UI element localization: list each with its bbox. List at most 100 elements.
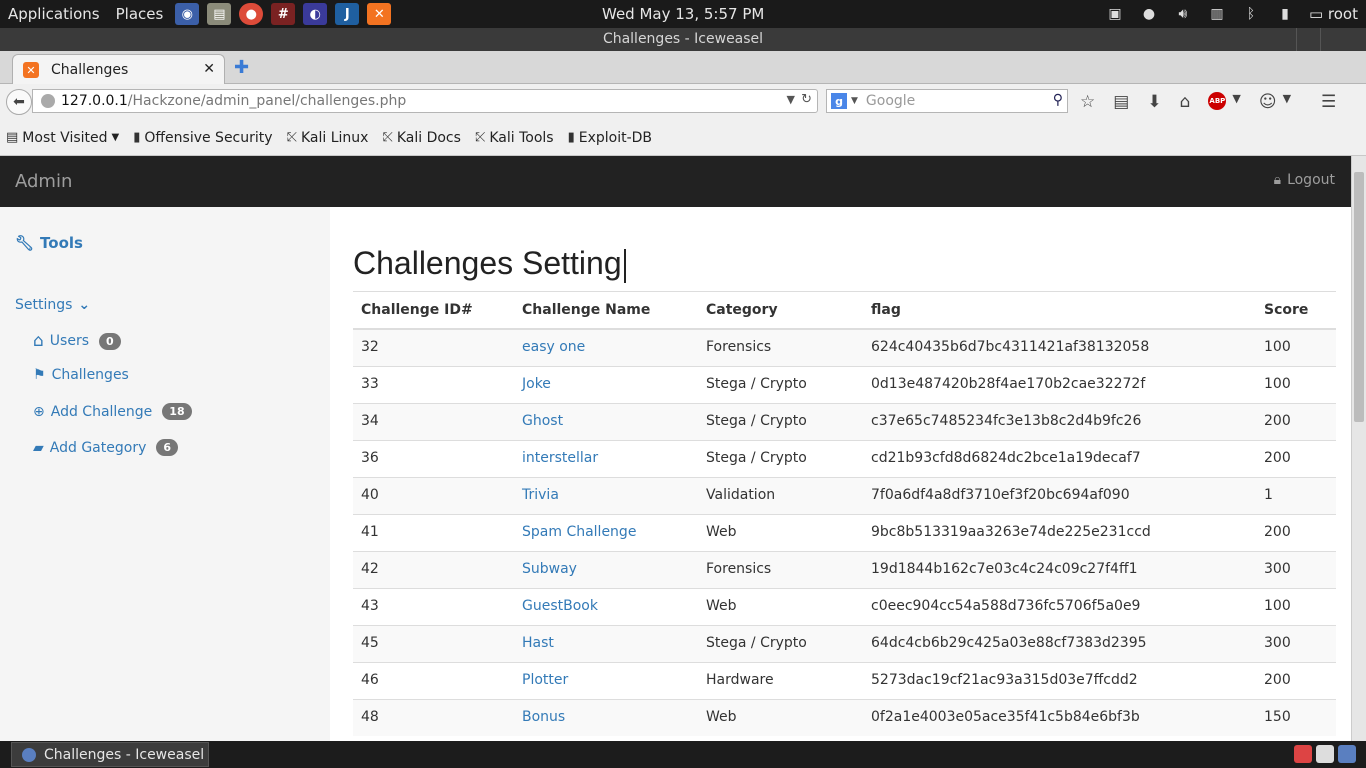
chrome-launcher-icon[interactable]: ● [239, 3, 264, 25]
cell-name: Spam Challenge [514, 513, 698, 551]
table-row: 33 Joke Stega / Crypto 0d13e487420b28f4ae17… [353, 365, 1336, 403]
sidebar-item-add-category[interactable]: ▰ Add Gategory 6 [33, 439, 179, 456]
clock[interactable]: Wed May 13, 5:57 PM [602, 5, 764, 23]
search-icon[interactable]: ⚲ [1053, 92, 1063, 108]
back-button[interactable]: ⬅ [6, 89, 32, 115]
workspace-1[interactable] [1316, 745, 1334, 763]
challenge-name-link[interactable]: Plotter [522, 672, 568, 688]
cell-id: 36 [353, 439, 514, 477]
jetbrains-launcher-icon[interactable]: J [335, 3, 360, 25]
search-input[interactable]: g ▼ Google ⚲ [826, 89, 1068, 113]
cell-name: Trivia [514, 476, 698, 514]
cell-flag: 64dc4cb6b29c425a03e88cf7383d2395 [863, 624, 1256, 662]
greasemonkey-icon[interactable]: ☺ [1259, 92, 1277, 112]
challenge-name-link[interactable]: Spam Challenge [522, 524, 636, 540]
cell-id: 34 [353, 402, 514, 440]
greasemonkey-dropdown-icon[interactable]: ▼ [1283, 92, 1291, 112]
reading-list-icon[interactable]: ▤ [1113, 92, 1129, 112]
challenge-name-link[interactable]: Joke [522, 376, 551, 392]
sidebar-item-label: Add Challenge [50, 403, 153, 420]
column-header-flag: flag [863, 291, 1256, 330]
bookmark-exploit-db[interactable]: ▮ Exploit-DB [568, 130, 652, 146]
bookmark-star-icon[interactable]: ☆ [1080, 92, 1095, 112]
sidebar-item-users[interactable]: ⌂ Users 0 [33, 331, 121, 351]
bottom-taskbar: Challenges - Iceweasel [0, 741, 1366, 768]
maximize-button[interactable] [1320, 28, 1342, 51]
kali-dragon-icon: ⤪ [382, 130, 393, 145]
sidebar-item-add-challenge[interactable]: ⊕ Add Challenge 18 [33, 403, 192, 420]
challenge-name-link[interactable]: GuestBook [522, 598, 598, 614]
cell-category: Web [698, 698, 863, 736]
chevron-down-icon[interactable]: ▼ [787, 93, 795, 106]
taskbar-window-button[interactable]: Challenges - Iceweasel [11, 742, 209, 767]
sidebar-item-challenges[interactable]: ⚑ Challenges [33, 367, 129, 383]
logout-link[interactable]: 🔒︎ Logout [1274, 172, 1335, 188]
workspace-switcher [1294, 745, 1356, 763]
cell-score: 100 [1256, 365, 1336, 403]
chevron-down-icon: ⌄ [78, 297, 91, 313]
challenge-name-link[interactable]: easy one [522, 339, 585, 355]
workspace-2[interactable] [1338, 745, 1356, 763]
challenge-name-link[interactable]: Subway [522, 561, 577, 577]
applications-menu[interactable]: Applications [0, 5, 108, 23]
admin-navbar: Admin 🔒︎ Logout [0, 156, 1351, 207]
iceweasel-launcher-icon[interactable]: ◉ [175, 3, 200, 25]
adblock-icon[interactable]: ABP [1208, 92, 1227, 110]
challenge-name-link[interactable]: Hast [522, 635, 554, 651]
engine-dropdown-icon[interactable]: ▼ [851, 96, 858, 106]
close-tab-icon[interactable]: ✕ [203, 61, 215, 77]
scrollbar-thumb[interactable] [1354, 172, 1364, 422]
adblock-dropdown-icon[interactable]: ▼ [1232, 92, 1240, 112]
url-bar[interactable]: 127.0.0.1/Hackzone/admin_panel/challenge… [32, 89, 818, 113]
bookmark-kali-docs[interactable]: ⤪ Kali Docs [382, 130, 461, 146]
google-engine-icon[interactable]: g [831, 93, 847, 109]
tab-bar: ✕ Challenges ✕ ✚ [0, 51, 1366, 85]
sidebar-tools-link[interactable]: 🔧︎ Tools [15, 234, 83, 252]
text-caret [623, 248, 626, 283]
cell-score: 200 [1256, 402, 1336, 440]
xampp-launcher-icon[interactable]: ✕ [367, 3, 392, 25]
tab-challenges[interactable]: ✕ Challenges ✕ [12, 54, 225, 85]
bookmark-kali-linux[interactable]: ⤪ Kali Linux [287, 130, 369, 146]
tab-label: Challenges [51, 62, 129, 78]
clipboard-icon[interactable]: ▥ [1207, 5, 1227, 23]
display-icon[interactable]: ▣ [1105, 5, 1125, 23]
download-icon[interactable]: ⬇ [1147, 92, 1161, 112]
column-header-category: Category [698, 291, 863, 330]
eclipse-launcher-icon[interactable]: ◐ [303, 3, 328, 25]
volume-icon[interactable]: 🔊︎ [1173, 5, 1193, 23]
cell-flag: 624c40435b6d7bc4311421af38132058 [863, 328, 1256, 366]
page-scrollbar[interactable] [1351, 156, 1366, 741]
user-menu[interactable]: ▭ root [1309, 5, 1358, 23]
places-menu[interactable]: Places [108, 5, 172, 23]
cell-score: 100 [1256, 328, 1336, 366]
challenge-name-link[interactable]: Ghost [522, 413, 563, 429]
sidebar-settings-toggle[interactable]: Settings ⌄ [15, 297, 90, 313]
cell-flag: 19d1844b162c7e03c4c24c09c27f4ff1 [863, 550, 1256, 588]
cell-category: Stega / Crypto [698, 365, 863, 403]
admin-brand[interactable]: Admin [15, 171, 72, 192]
table-row: 46 Plotter Hardware 5273dac19cf21ac93a315d0… [353, 661, 1336, 699]
new-tab-icon[interactable]: ✚ [234, 57, 249, 78]
chrome-task-icon[interactable] [1294, 745, 1312, 763]
reload-icon[interactable]: ↻ [801, 92, 812, 107]
challenge-name-link[interactable]: interstellar [522, 450, 598, 466]
bluetooth-icon[interactable]: ᛒ [1241, 5, 1261, 23]
chrome-tray-icon[interactable]: ● [1139, 5, 1159, 23]
table-row: 42 Subway Forensics 19d1844b162c7e03c4c24c0… [353, 550, 1336, 588]
home-icon[interactable]: ⌂ [1180, 92, 1191, 112]
minimize-button[interactable] [1296, 28, 1318, 51]
terminal-launcher-icon[interactable]: # [271, 3, 296, 25]
table-row: 40 Trivia Validation 7f0a6df4a8df3710ef3f20… [353, 476, 1336, 514]
cell-id: 33 [353, 365, 514, 403]
network-signal-icon[interactable]: ▮ [1275, 5, 1295, 23]
challenge-name-link[interactable]: Bonus [522, 709, 565, 725]
files-launcher-icon[interactable]: ▤ [207, 3, 232, 25]
bookmark-offensive-security[interactable]: ▮ Offensive Security [133, 130, 272, 146]
bookmark-kali-tools[interactable]: ⤪ Kali Tools [475, 130, 554, 146]
challenge-name-link[interactable]: Trivia [522, 487, 559, 503]
cell-name: Subway [514, 550, 698, 588]
menu-icon[interactable]: ☰ [1321, 92, 1336, 112]
cell-id: 40 [353, 476, 514, 514]
bookmark-most-visited[interactable]: ▤ Most Visited ▼ [6, 130, 119, 146]
